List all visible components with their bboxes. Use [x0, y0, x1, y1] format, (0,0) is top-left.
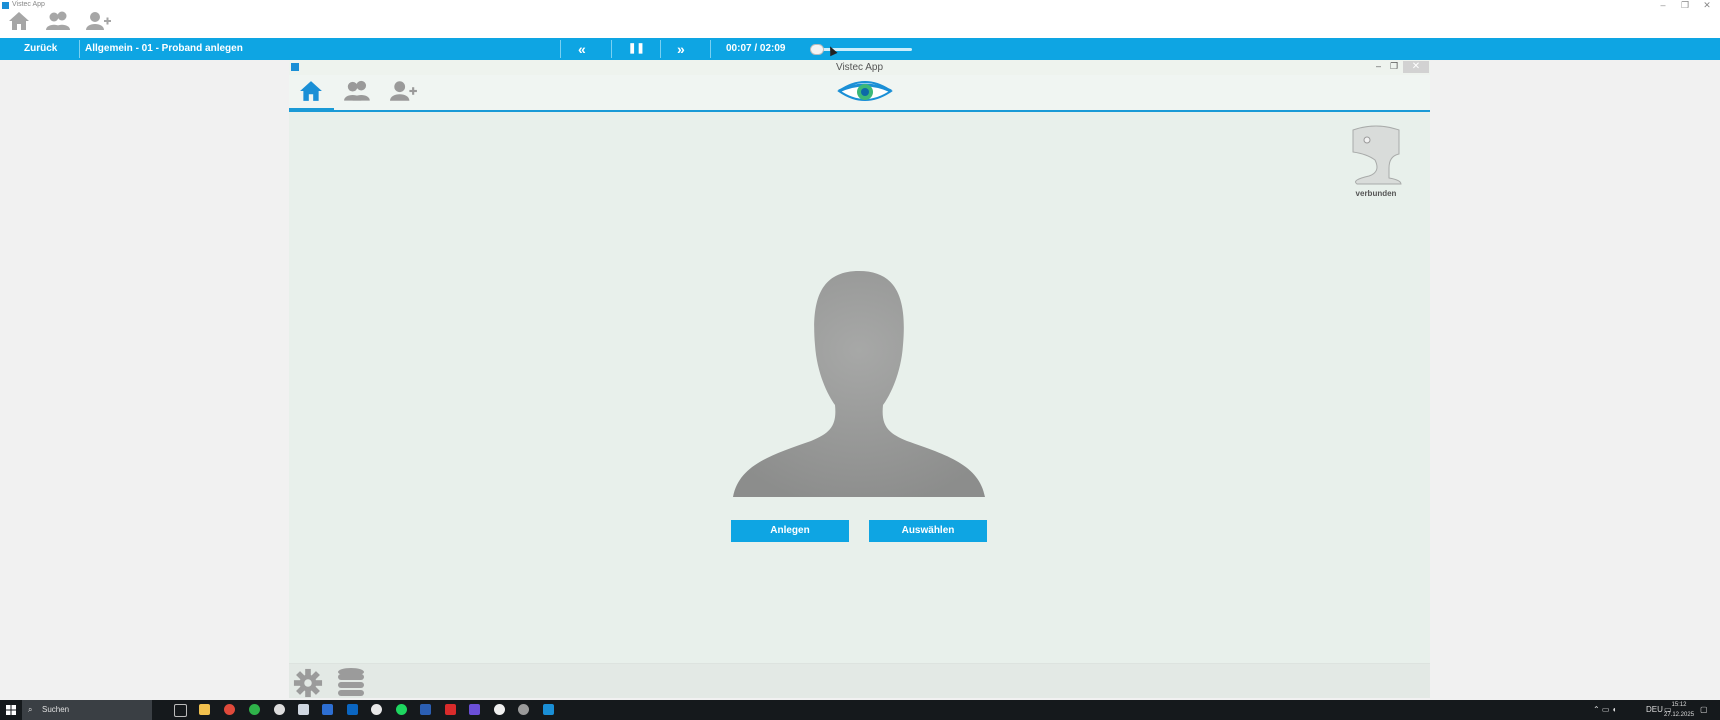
separator — [79, 40, 80, 58]
settings-icon[interactable] — [518, 704, 529, 715]
forward-button[interactable]: » — [677, 38, 685, 60]
bottom-toolbar — [289, 663, 1430, 698]
back-button[interactable]: Zurück — [24, 38, 57, 60]
device-status-label: verbunden — [1355, 189, 1397, 198]
separator — [710, 40, 711, 58]
app-icon[interactable] — [469, 704, 480, 715]
file-explorer-icon[interactable] — [199, 704, 210, 715]
inner-app-window: Vistec App – ❐ ✕ verbunden Anlegen Auswä… — [289, 60, 1430, 698]
search-icon: ⌕ — [28, 705, 33, 714]
device-icon — [1352, 125, 1402, 185]
separator — [660, 40, 661, 58]
outer-maximize-button[interactable]: ❐ — [1674, 0, 1696, 11]
separator — [560, 40, 561, 58]
notification-icon[interactable]: ▢ — [1700, 700, 1708, 720]
separator — [611, 40, 612, 58]
search-placeholder: Suchen — [42, 705, 70, 714]
app-icon[interactable] — [494, 704, 505, 715]
pause-button[interactable]: ❚❚ — [628, 38, 645, 60]
app-icon[interactable] — [274, 704, 285, 715]
app-icon[interactable] — [322, 704, 333, 715]
eye-logo-icon — [837, 77, 893, 110]
vistec-app-icon[interactable] — [543, 704, 554, 715]
task-view-icon[interactable] — [174, 704, 187, 717]
start-icon[interactable] — [6, 705, 16, 717]
clock-time: 15:12 — [1671, 702, 1687, 708]
rewind-button[interactable]: « — [578, 38, 586, 60]
inner-window-title: Vistec App — [835, 62, 884, 73]
app-logo-icon — [2, 2, 9, 9]
users-icon[interactable] — [343, 79, 373, 108]
spotify-icon[interactable] — [396, 704, 407, 715]
language-indicator[interactable]: DEU — [1646, 700, 1663, 720]
app-icon[interactable] — [420, 704, 431, 715]
chrome-icon[interactable] — [224, 704, 235, 715]
clock-date: 27.12.2025 — [1664, 712, 1695, 718]
gear-icon[interactable] — [292, 668, 324, 703]
home-icon[interactable] — [8, 11, 30, 36]
outer-close-button[interactable]: ✕ — [1696, 0, 1718, 11]
app-icon[interactable] — [371, 704, 382, 715]
playback-time: 00:07 / 02:09 — [726, 43, 786, 54]
database-icon[interactable] — [337, 667, 365, 702]
outer-minimize-button[interactable]: – — [1652, 0, 1674, 11]
tray-icons[interactable]: ⌃ ▭ ◖ — [1593, 700, 1617, 720]
app-icon[interactable] — [347, 704, 358, 715]
whatsapp-icon[interactable] — [249, 704, 260, 715]
outer-window-title: Vistec App — [12, 1, 45, 8]
inner-title-bar: Vistec App – ❐ ✕ — [289, 60, 1430, 75]
app-icon[interactable] — [298, 704, 309, 715]
home-icon[interactable] — [299, 79, 323, 108]
outer-title-bar: Vistec App – ❐ ✕ — [0, 0, 1720, 38]
create-button[interactable]: Anlegen — [731, 520, 849, 542]
taskbar-search[interactable]: ⌕ Suchen — [22, 700, 152, 720]
add-user-icon[interactable] — [390, 79, 418, 108]
device-status: verbunden — [1341, 124, 1411, 198]
windows-taskbar: ⌕ Suchen ⌃ ▭ ◖ DEU ▭ 15:12 27.12.2025 ▢ — [0, 700, 1720, 720]
inner-toolbar — [289, 75, 1430, 112]
tutorial-player-bar: Zurück Allgemein - 01 - Proband anlegen … — [0, 38, 1720, 60]
select-button[interactable]: Auswählen — [869, 520, 987, 542]
pdf-icon[interactable] — [445, 704, 456, 715]
avatar-placeholder — [731, 265, 987, 502]
users-icon[interactable] — [45, 11, 73, 36]
active-tab-indicator — [289, 108, 334, 111]
breadcrumb: Allgemein - 01 - Proband anlegen — [85, 43, 243, 54]
progress-knob[interactable] — [810, 44, 825, 55]
inner-minimize-button[interactable]: – — [1376, 61, 1381, 71]
inner-close-button[interactable]: ✕ — [1403, 61, 1429, 73]
add-user-icon[interactable] — [86, 11, 112, 36]
inner-maximize-button[interactable]: ❐ — [1390, 61, 1398, 72]
clock[interactable]: 15:12 27.12.2025 — [1664, 700, 1694, 720]
